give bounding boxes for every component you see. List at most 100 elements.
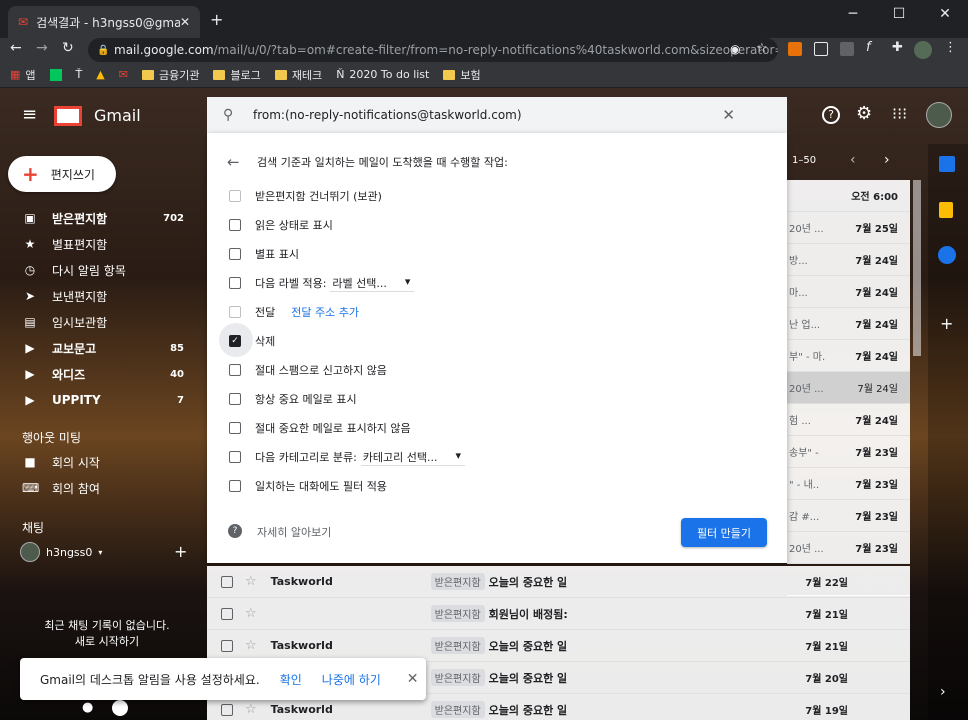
- account-avatar[interactable]: [926, 102, 952, 128]
- reload-icon[interactable]: ↻: [62, 40, 74, 56]
- eye-icon[interactable]: ◉: [730, 42, 740, 56]
- extension-notion-icon[interactable]: [814, 42, 828, 56]
- filter-option[interactable]: 별표 표시: [229, 243, 299, 265]
- list-row-fragment[interactable]: 방... 7월 24일: [787, 244, 910, 276]
- settings-gear-icon[interactable]: ⚙: [856, 103, 872, 124]
- browser-menu-icon[interactable]: ⋮: [944, 40, 957, 55]
- nav-inbox[interactable]: ▣ 받은편지함 702: [0, 205, 200, 231]
- minimize-icon[interactable]: ─: [830, 0, 876, 28]
- checkbox[interactable]: [229, 480, 241, 492]
- checkbox[interactable]: [229, 248, 241, 260]
- new-chat-plus-icon[interactable]: +: [174, 542, 187, 561]
- maximize-icon[interactable]: ☐: [876, 0, 922, 28]
- list-row-fragment[interactable]: 20년 ... 7월 25일: [787, 212, 910, 244]
- meet-start[interactable]: ■ 회의 시작: [0, 449, 200, 475]
- star-icon[interactable]: ☆: [245, 638, 257, 653]
- checkbox[interactable]: [229, 422, 241, 434]
- nav-label-uppity[interactable]: ▶ UPPITY 7: [0, 387, 200, 413]
- tasks-icon[interactable]: [938, 246, 956, 264]
- filter-query[interactable]: from:(no-reply-notifications@taskworld.c…: [253, 108, 522, 122]
- bookmark-apps[interactable]: ▦ 앱: [10, 67, 36, 83]
- address-bar[interactable]: 🔒 mail.google.com/mail/u/0/?tab=om#creat…: [88, 38, 778, 62]
- close-search-icon[interactable]: ✕: [722, 106, 735, 124]
- checkbox[interactable]: [229, 393, 241, 405]
- learn-more-link[interactable]: 자세히 알아보기: [257, 524, 331, 540]
- close-tab-icon[interactable]: ✕: [180, 15, 190, 29]
- checkbox[interactable]: [221, 575, 233, 588]
- filter-search-bar[interactable]: ⚲ from:(no-reply-notifications@taskworld…: [207, 97, 787, 133]
- filter-option[interactable]: ✓ 삭제: [219, 323, 275, 357]
- checkbox-checked[interactable]: ✓: [229, 335, 241, 347]
- add-forwarding-address-link[interactable]: 전달 주소 추가: [291, 304, 359, 320]
- naver-icon[interactable]: [49, 68, 62, 81]
- nav-label-kyobo[interactable]: ▶ 교보문고 85: [0, 335, 200, 361]
- filter-option[interactable]: 절대 스팸으로 신고하지 않음: [229, 359, 387, 381]
- apps-icon[interactable]: ⁝⁝⁝: [892, 104, 907, 123]
- bookmark-insurance[interactable]: 보험: [443, 67, 481, 83]
- snackbar-ok-button[interactable]: 확인: [280, 671, 302, 688]
- bookmark-star-icon[interactable]: ☆: [756, 41, 768, 56]
- chat-user[interactable]: h3ngss0 ▾: [20, 542, 102, 562]
- main-menu-icon[interactable]: ≡: [22, 104, 37, 125]
- expand-panel-icon[interactable]: ›: [940, 684, 946, 700]
- list-row-fragment[interactable]: 험 ... 7월 24일: [787, 404, 910, 436]
- list-row-fragment[interactable]: 마... 7월 24일: [787, 276, 910, 308]
- checkbox[interactable]: [229, 219, 241, 231]
- back-arrow-icon[interactable]: ←: [227, 153, 240, 171]
- list-row-fragment[interactable]: 난 업... 7월 24일: [787, 308, 910, 340]
- bookmark-todo[interactable]: Ň 2020 To do list: [336, 68, 429, 81]
- table-row[interactable]: ☆ Taskworld 받은편지함 오늘의 중요한 일 7월 22일: [207, 566, 910, 598]
- table-row[interactable]: ☆ 받은편지함 회원님이 배정됨: 7월 21일: [207, 598, 910, 630]
- new-tab-icon[interactable]: +: [210, 10, 223, 29]
- t-icon[interactable]: Ť: [76, 68, 83, 81]
- filter-option[interactable]: 일치하는 대화에도 필터 적용: [229, 475, 387, 497]
- list-scrollbar[interactable]: [913, 180, 921, 356]
- gmail-logo-text[interactable]: Gmail: [94, 106, 141, 125]
- filter-option[interactable]: 전달 전달 주소 추가: [229, 301, 359, 323]
- create-filter-button[interactable]: 필터 만들기: [681, 518, 767, 547]
- list-row-fragment[interactable]: " - 내.. 7월 23일: [787, 468, 910, 500]
- checkbox[interactable]: [229, 190, 241, 202]
- filter-option[interactable]: 항상 중요 메일로 표시: [229, 388, 357, 410]
- checkbox[interactable]: [221, 639, 233, 652]
- hangouts-bubble-icon[interactable]: [112, 700, 128, 716]
- list-row-fragment[interactable]: 오전 6:00: [787, 180, 910, 212]
- filter-option[interactable]: 절대 중요한 메일로 표시하지 않음: [229, 417, 411, 439]
- filter-option[interactable]: 다음 라벨 적용: 라벨 선택... ▾: [229, 272, 415, 294]
- list-row-fragment[interactable]: 20년 ... 7월 23일: [787, 532, 910, 564]
- filter-option[interactable]: 받은편지함 건너뛰기 (보관): [229, 185, 382, 207]
- extension-ex-icon[interactable]: [788, 42, 802, 56]
- filter-select[interactable]: 카테고리 선택... ▾: [360, 449, 466, 466]
- extensions-puzzle-icon[interactable]: ✚: [892, 40, 903, 55]
- back-icon[interactable]: ←: [10, 40, 22, 56]
- next-page-icon[interactable]: ›: [884, 152, 890, 168]
- nav-label-wadiz[interactable]: ▶ 와디즈 40: [0, 361, 200, 387]
- compose-button[interactable]: + 편지쓰기: [8, 156, 116, 192]
- nav-starred[interactable]: ★ 별표편지함: [0, 231, 200, 257]
- drive-icon[interactable]: ▲: [96, 68, 104, 81]
- nav-snoozed[interactable]: ◷ 다시 알림 항목: [0, 257, 200, 283]
- help-circle-icon[interactable]: ?: [228, 524, 242, 538]
- nav-drafts[interactable]: ▤ 임시보관함: [0, 309, 200, 335]
- close-window-icon[interactable]: ✕: [922, 0, 968, 28]
- calendar-icon[interactable]: [939, 156, 955, 172]
- checkbox[interactable]: [229, 277, 241, 289]
- contacts-person-icon[interactable]: ●: [82, 700, 93, 715]
- filter-option[interactable]: 읽은 상태로 표시: [229, 214, 333, 236]
- forward-icon[interactable]: →: [36, 40, 48, 56]
- snackbar-close-icon[interactable]: ✕: [407, 671, 419, 687]
- extension-formula-icon[interactable]: f: [866, 40, 871, 55]
- help-icon[interactable]: ?: [822, 106, 840, 124]
- keep-icon[interactable]: [939, 202, 953, 218]
- extension-gray-icon[interactable]: [840, 42, 854, 56]
- list-row-fragment[interactable]: 감 #... 7월 23일: [787, 500, 910, 532]
- list-row-fragment[interactable]: 20년 ... 7월 24일: [787, 372, 910, 404]
- chat-start-link[interactable]: 새로 시작하기: [0, 633, 214, 649]
- prev-page-icon[interactable]: ‹: [850, 152, 856, 168]
- meet-join[interactable]: ⌨ 회의 참여: [0, 475, 200, 501]
- star-icon[interactable]: ☆: [245, 574, 257, 589]
- filter-option[interactable]: 다음 카테고리로 분류: 카테고리 선택... ▾: [229, 446, 466, 468]
- gmail-bookmark-icon[interactable]: ✉: [119, 68, 128, 81]
- checkbox[interactable]: [229, 306, 241, 318]
- star-icon[interactable]: ☆: [245, 702, 257, 717]
